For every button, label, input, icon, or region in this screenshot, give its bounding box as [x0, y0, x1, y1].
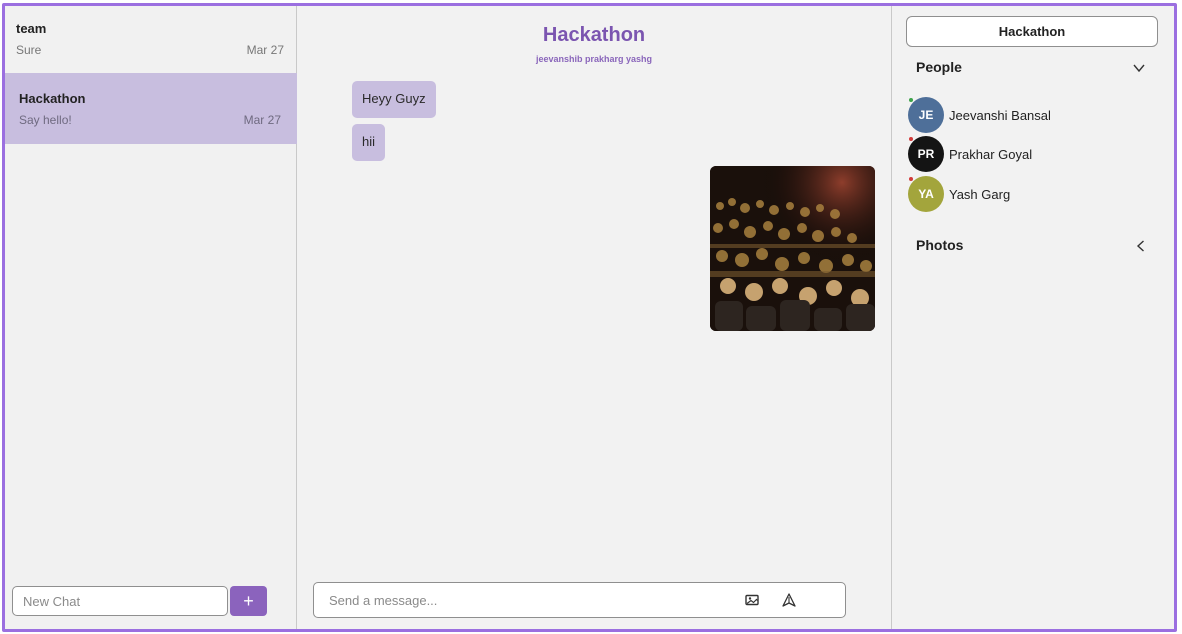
chat-main-panel: Hackathon jeevanshib prakharg yashg Heyy… — [298, 6, 890, 629]
chevron-left-icon[interactable] — [1134, 239, 1148, 253]
person-name: Jeevanshi Bansal — [949, 108, 1051, 123]
offline-status-dot — [909, 137, 913, 141]
audience-photo — [710, 166, 875, 331]
chat-details-panel: Hackathon People JE Jeevanshi Bansal PR … — [891, 6, 1174, 629]
chat-app: team Sure Mar 27 Hackathon Say hello! Ma… — [2, 3, 1177, 632]
chat-date: Mar 27 — [246, 43, 284, 57]
online-status-dot — [909, 98, 913, 102]
chat-list-item-team[interactable]: team Sure Mar 27 — [5, 6, 297, 75]
image-upload-icon[interactable] — [744, 592, 760, 608]
send-icon[interactable] — [781, 592, 797, 608]
avatar: PR — [908, 136, 944, 172]
person-name: Yash Garg — [949, 187, 1011, 202]
chat-name: team — [16, 21, 47, 36]
message-bubble: hii — [352, 124, 386, 161]
chat-date: Mar 27 — [243, 113, 281, 127]
chat-members: jeevanshib prakharg yashg — [535, 54, 653, 64]
chat-name: Hackathon — [19, 91, 86, 106]
chat-preview: Say hello! — [19, 113, 72, 127]
chat-list-item-hackathon[interactable]: Hackathon Say hello! Mar 27 — [5, 73, 297, 144]
chat-preview: Sure — [16, 43, 42, 57]
person-item[interactable]: PR Prakhar Goyal — [908, 136, 1158, 172]
add-chat-button[interactable]: + — [230, 586, 267, 616]
message-composer — [313, 582, 846, 618]
offline-status-dot — [909, 177, 913, 181]
message-bubble: Heyy Guyz — [352, 81, 436, 118]
chevron-down-icon[interactable] — [1132, 61, 1146, 75]
person-item[interactable]: JE Jeevanshi Bansal — [908, 97, 1158, 133]
photo-message[interactable] — [710, 166, 875, 331]
person-name: Prakhar Goyal — [949, 147, 1033, 162]
avatar: YA — [908, 176, 944, 212]
message-input[interactable] — [314, 583, 714, 617]
avatar: JE — [908, 97, 944, 133]
person-item[interactable]: YA Yash Garg — [908, 176, 1158, 212]
photos-section-title: Photos — [916, 237, 964, 253]
new-chat-input[interactable] — [12, 586, 228, 616]
people-section-title: People — [916, 59, 962, 75]
group-name-field[interactable]: Hackathon — [906, 16, 1158, 47]
chat-list-sidebar: team Sure Mar 27 Hackathon Say hello! Ma… — [5, 6, 297, 629]
chat-title: Hackathon — [542, 24, 646, 46]
